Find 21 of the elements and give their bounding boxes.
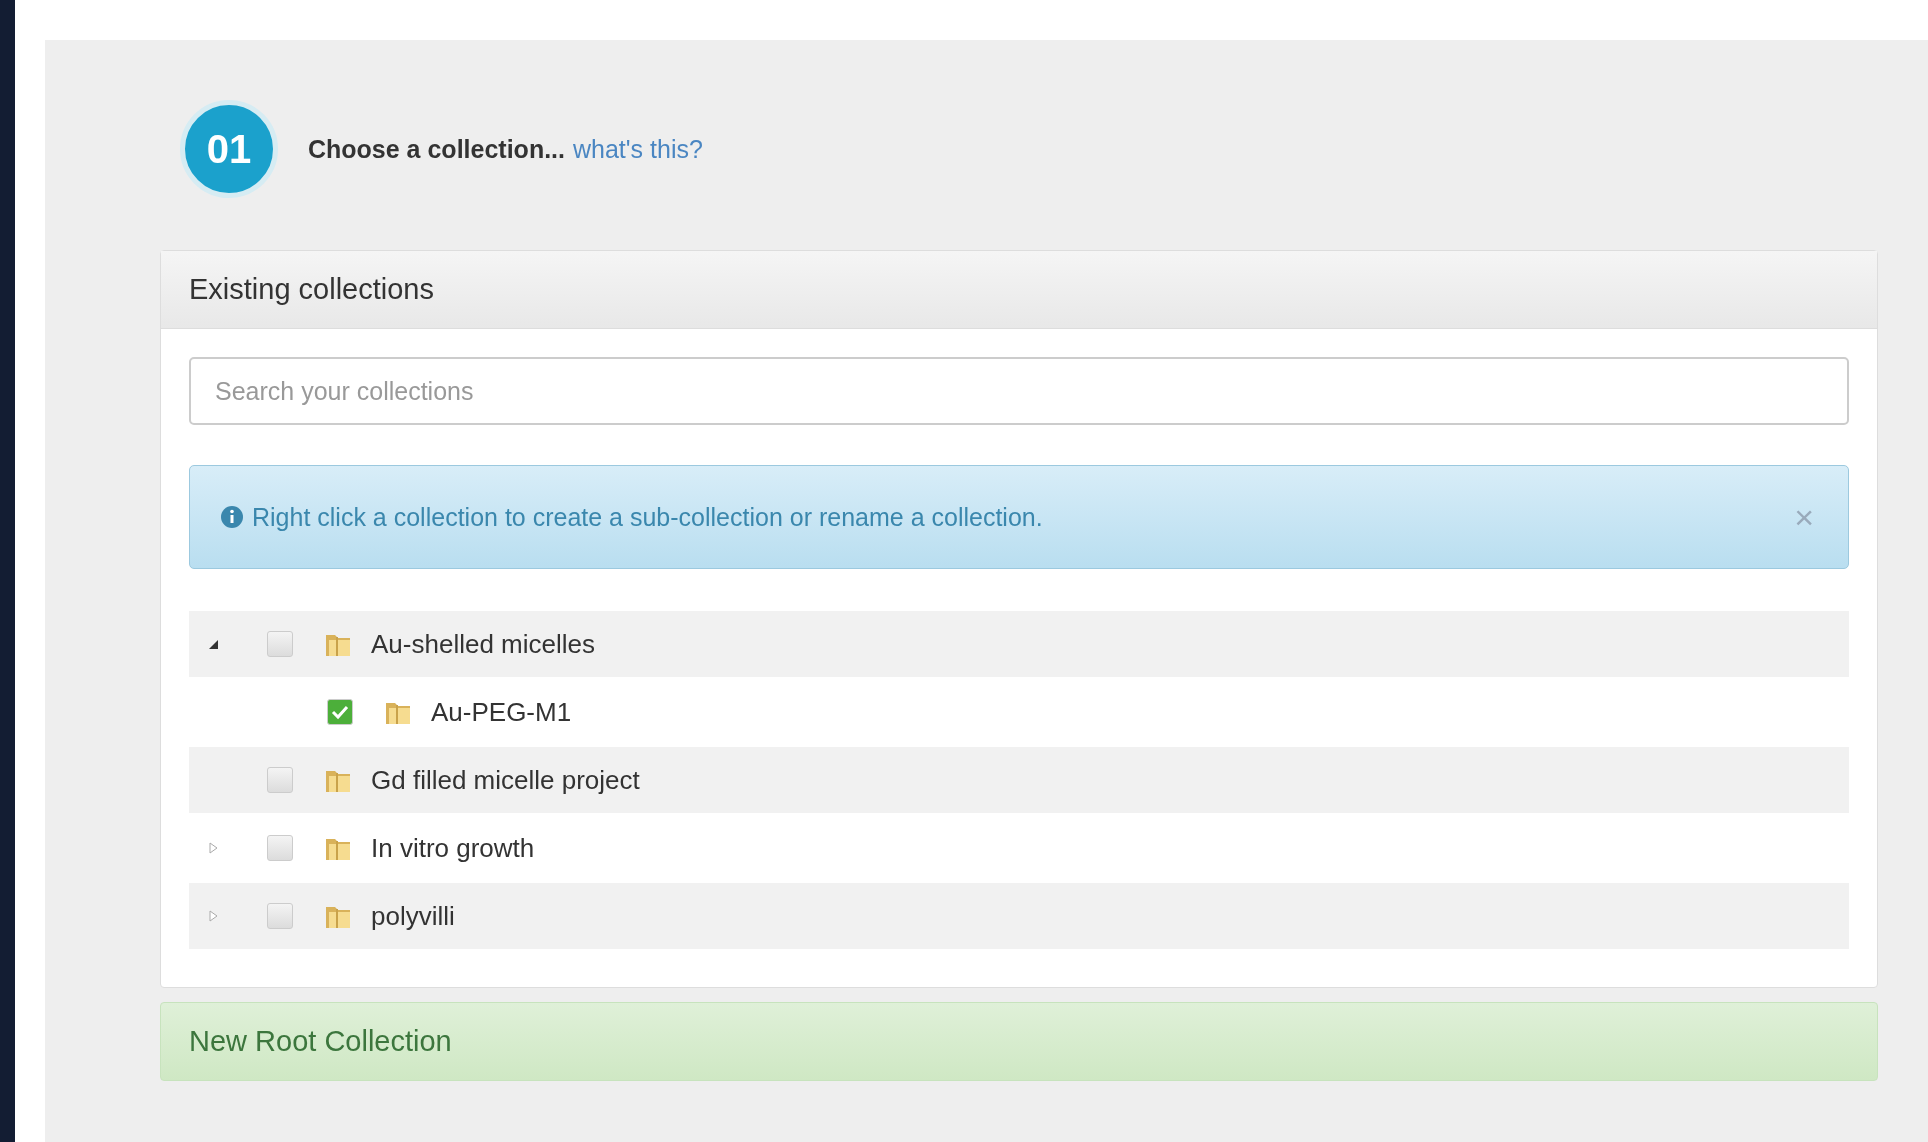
card-title: Existing collections: [161, 251, 1877, 329]
collection-name: Gd filled micelle project: [371, 764, 640, 796]
checkbox[interactable]: [327, 699, 353, 725]
tree-row[interactable]: polyvilli: [189, 883, 1849, 949]
search-field[interactable]: Search your collections: [189, 357, 1849, 425]
step-number: 01: [180, 100, 278, 198]
checkbox[interactable]: [267, 835, 293, 861]
alert-text: Right click a collection to create a sub-collection or rename a collection.: [252, 502, 1044, 532]
collection-name: Au-shelled micelles: [371, 628, 595, 660]
checkbox[interactable]: [267, 767, 293, 793]
new-root-collection-button[interactable]: New Root Collection: [160, 1002, 1878, 1081]
checkbox[interactable]: [267, 631, 293, 657]
info-icon: [220, 505, 244, 529]
step-title: Choose a collection...: [308, 134, 565, 163]
tree-row[interactable]: Gd filled micelle project: [189, 747, 1849, 813]
checkbox[interactable]: [267, 903, 293, 929]
tree-row[interactable]: Au-shelled micelles: [189, 611, 1849, 677]
collection-name: In vitro growth: [371, 832, 535, 864]
collection-name: Au-PEG-M1: [431, 696, 572, 728]
checkmark-icon: [331, 704, 349, 720]
collection-name: polyvilli: [371, 900, 455, 932]
